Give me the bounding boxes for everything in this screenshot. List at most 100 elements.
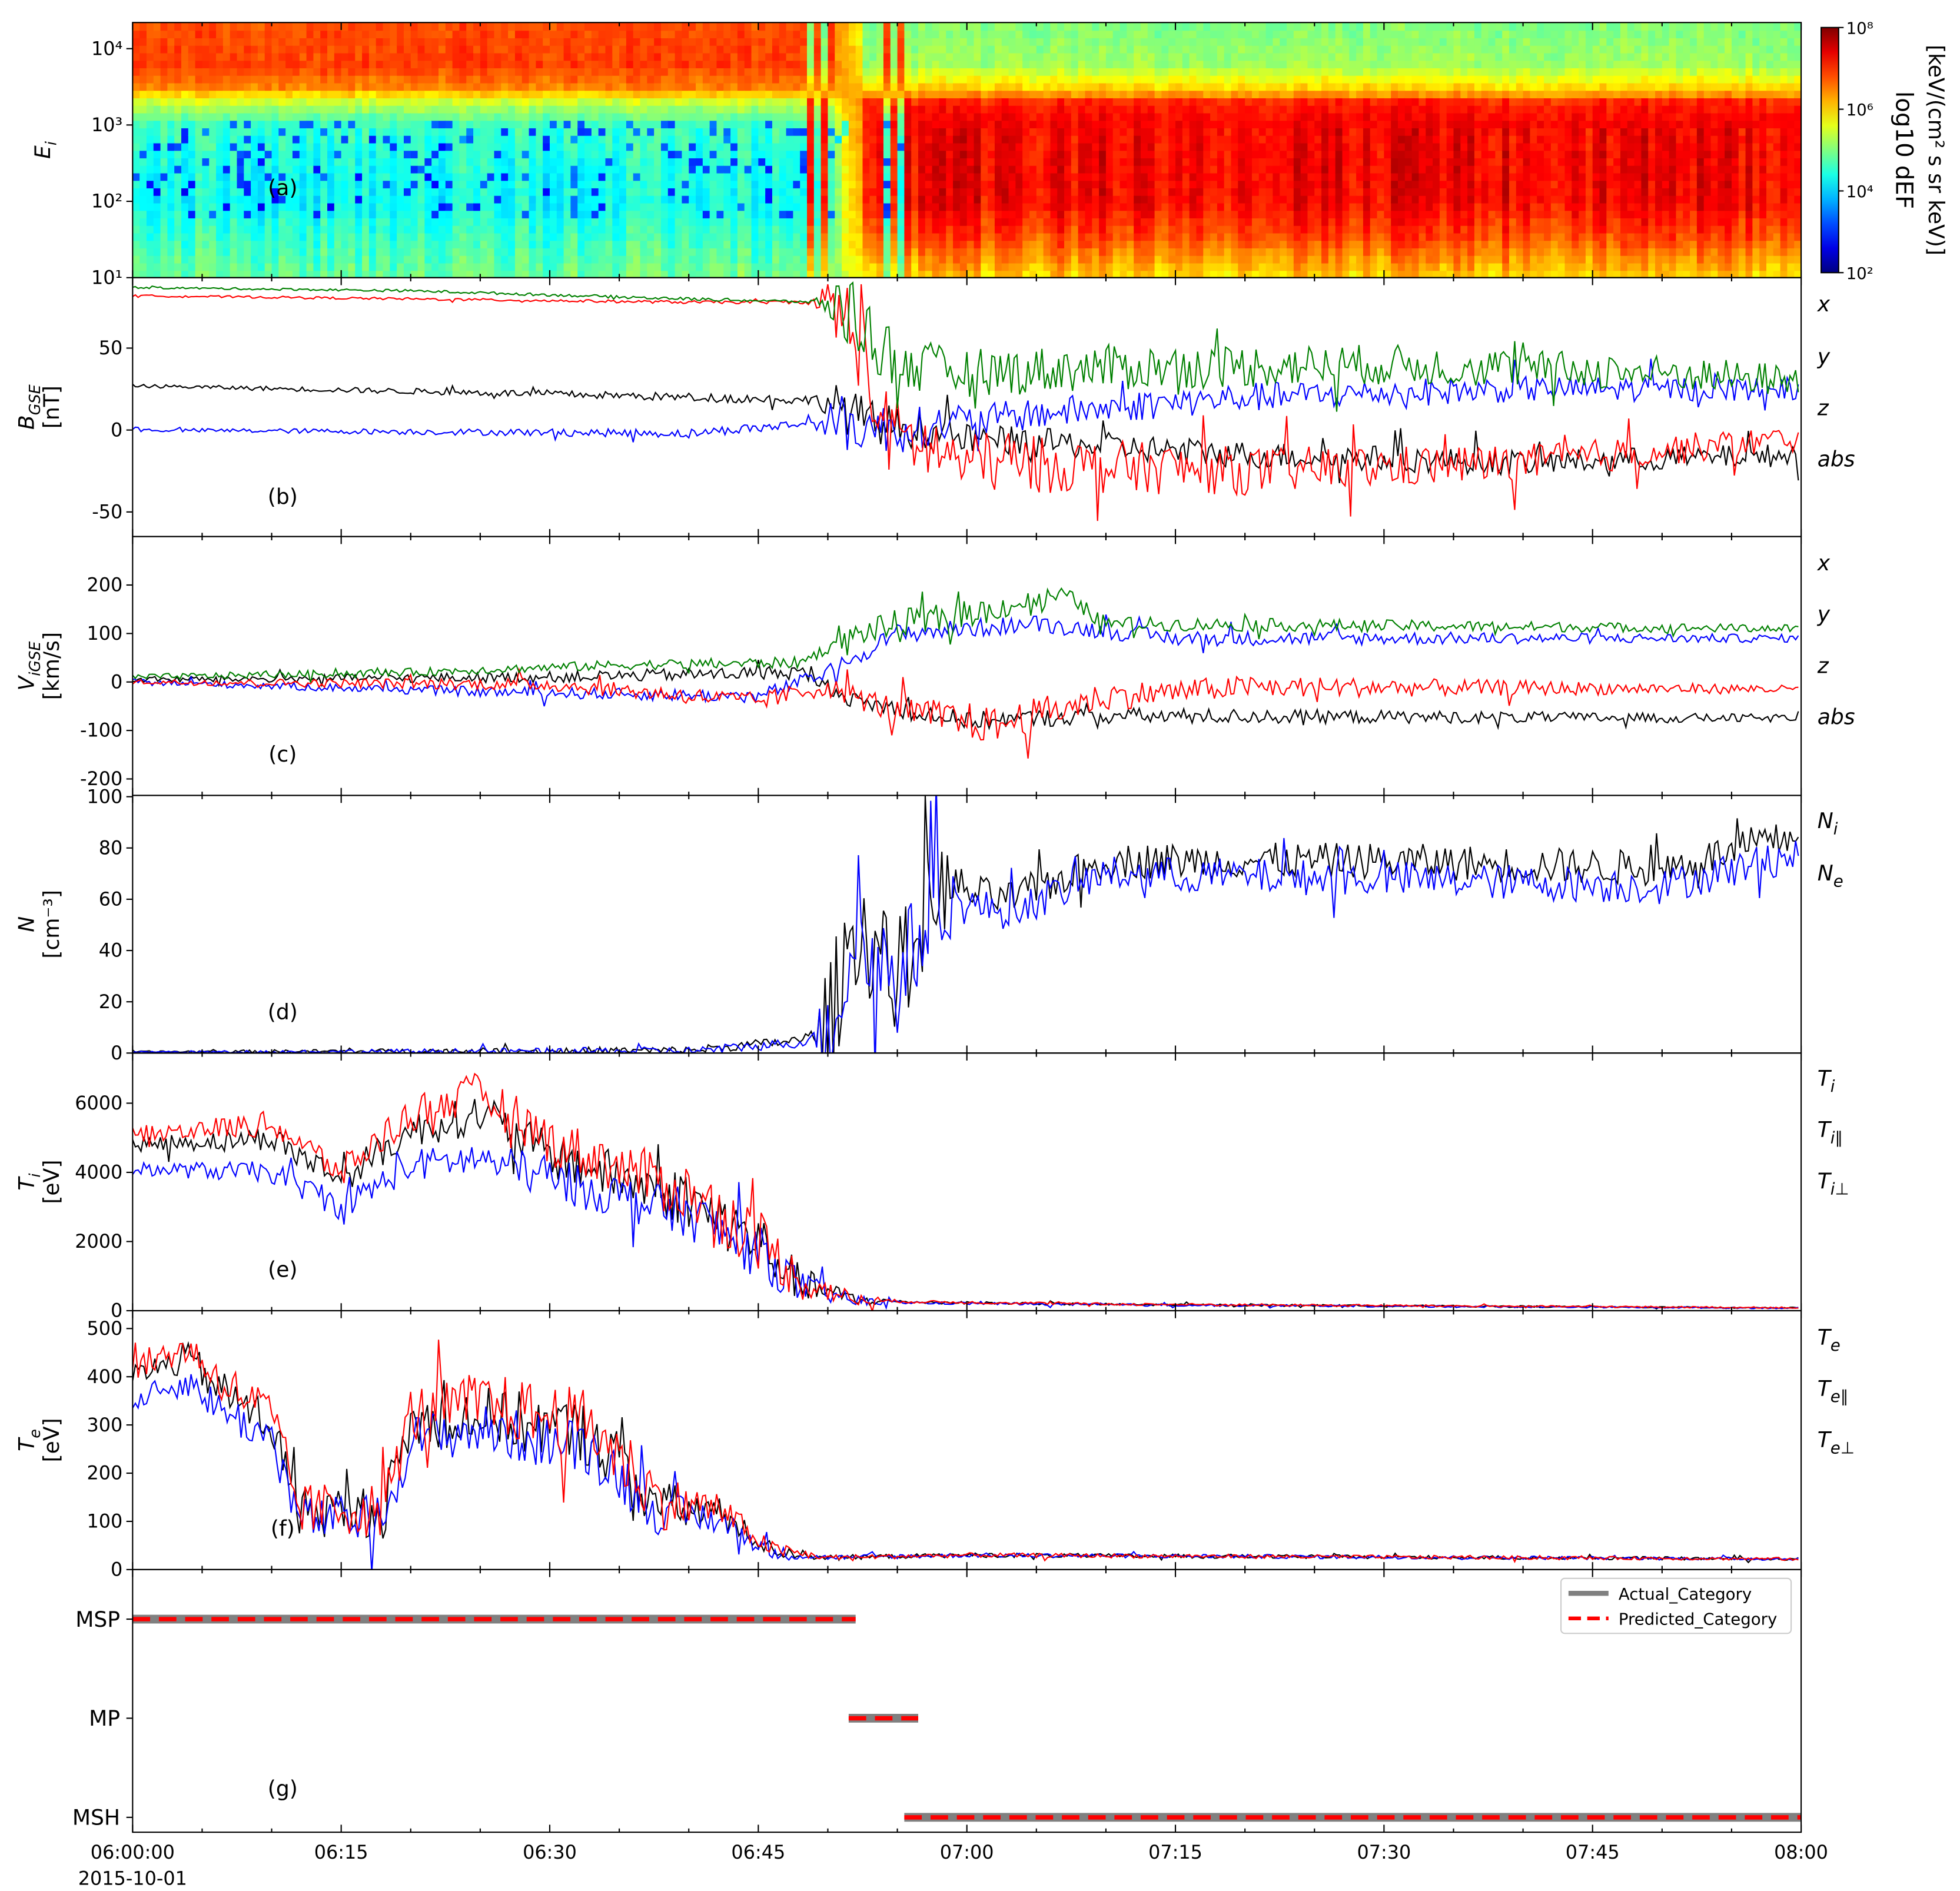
spectrogram-cell <box>820 150 829 159</box>
spectrogram-cell <box>1064 157 1072 166</box>
spectrogram-cell <box>278 45 287 54</box>
spectrogram-cell <box>459 82 467 91</box>
spectrogram-cell <box>1015 195 1024 204</box>
spectrogram-cell <box>584 255 593 264</box>
spectrogram-cell <box>605 240 613 249</box>
spectrogram-cell <box>953 45 961 54</box>
spectrogram-cell <box>397 262 405 271</box>
spectrogram-cell <box>591 217 599 226</box>
spectrogram-cell <box>376 217 384 226</box>
spectrogram-cell <box>577 180 586 189</box>
spectrogram-cell <box>869 37 878 46</box>
spectrogram-cell <box>1043 262 1051 271</box>
spectrogram-cell <box>543 90 551 99</box>
spectrogram-cell <box>647 97 655 106</box>
spectrogram-cell <box>459 202 467 211</box>
spectrogram-cell <box>800 52 808 61</box>
spectrogram-cell <box>271 135 280 144</box>
spectrogram-cell <box>132 112 141 121</box>
spectrogram-cell <box>793 30 801 39</box>
spectrogram-cell <box>251 225 259 234</box>
spectrogram-cell <box>1140 202 1149 211</box>
spectrogram-cell <box>292 127 301 136</box>
spectrogram-cell <box>153 22 161 31</box>
spectrogram-cell <box>953 255 961 264</box>
spectrogram-cell <box>146 45 155 54</box>
spectrogram-cell <box>1078 232 1086 241</box>
spectrogram-cell <box>417 60 426 69</box>
spectrogram-cell <box>257 90 266 99</box>
spectrogram-cell <box>716 30 725 39</box>
spectrogram-cell <box>591 75 599 84</box>
spectrogram-cell <box>1036 210 1044 219</box>
spectrogram-cell <box>1057 195 1065 204</box>
spectrogram-cell <box>682 172 690 181</box>
spectrogram-cell <box>1071 180 1079 189</box>
spectrogram-cell <box>744 150 752 159</box>
spectrogram-cell <box>640 165 648 174</box>
spectrogram-cell <box>598 112 606 121</box>
spectrogram-cell <box>612 262 620 271</box>
spectrogram-cell <box>160 142 168 151</box>
spectrogram-cell <box>153 225 161 234</box>
spectrogram-cell <box>368 97 377 106</box>
spectrogram-cell <box>689 187 697 196</box>
spectrogram-cell <box>132 135 141 144</box>
spectrogram-cell <box>244 202 252 211</box>
spectrogram-cell <box>403 262 412 271</box>
spectrogram-cell <box>501 225 509 234</box>
spectrogram-cell <box>424 22 433 31</box>
spectrogram-cell <box>390 210 398 219</box>
spectrogram-cell <box>167 105 175 114</box>
spectrogram-cell <box>696 82 704 91</box>
spectrogram-cell <box>452 195 460 204</box>
spectrogram-cell <box>327 217 335 226</box>
spectrogram-cell <box>1001 217 1009 226</box>
spectrogram-cell <box>327 97 335 106</box>
spectrogram-cell <box>842 37 850 46</box>
spectrogram-cell <box>675 225 683 234</box>
spectrogram-cell <box>438 217 447 226</box>
spectrogram-cell <box>424 240 433 249</box>
spectrogram-cell <box>1119 60 1128 69</box>
spectrogram-cell <box>209 45 217 54</box>
spectrogram-cell <box>835 240 843 249</box>
spectrogram-cell <box>842 195 850 204</box>
spectrogram-cell <box>216 195 224 204</box>
spectrogram-cell <box>306 135 314 144</box>
spectrogram-cell <box>438 45 447 54</box>
spectrogram-cell <box>890 225 898 234</box>
spectrogram-cell <box>660 195 669 204</box>
spectrogram-cell <box>320 142 328 151</box>
spectrogram-cell <box>974 105 982 114</box>
spectrogram-cell <box>682 82 690 91</box>
spectrogram-cell <box>306 112 314 121</box>
spectrogram-cell <box>959 37 968 46</box>
spectrogram-cell <box>848 210 856 219</box>
spectrogram-cell <box>1140 52 1149 61</box>
spectrogram-cell <box>431 247 440 256</box>
spectrogram-cell <box>911 150 919 159</box>
spectrogram-cell <box>550 225 558 234</box>
spectrogram-cell <box>689 105 697 114</box>
spectrogram-cell <box>626 30 634 39</box>
spectrogram-cell <box>626 240 634 249</box>
spectrogram-cell <box>835 127 843 136</box>
spectrogram-cell <box>932 45 940 54</box>
spectrogram-cell <box>577 217 586 226</box>
spectrogram-cell <box>514 240 523 249</box>
spectrogram-cell <box>890 52 898 61</box>
spectrogram-cell <box>730 75 739 84</box>
spectrogram-cell <box>417 172 426 181</box>
spectrogram-cell <box>918 45 926 54</box>
spectrogram-cell <box>988 187 996 196</box>
spectrogram-cell <box>473 255 481 264</box>
spectrogram-cell <box>828 195 836 204</box>
spectrogram-cell <box>737 127 745 136</box>
spectrogram-cell <box>820 127 829 136</box>
spectrogram-cell <box>709 187 717 196</box>
spectrogram-cell <box>1140 255 1149 264</box>
spectrogram-cell <box>772 202 780 211</box>
spectrogram-cell <box>327 180 335 189</box>
spectrogram-cell <box>181 30 190 39</box>
